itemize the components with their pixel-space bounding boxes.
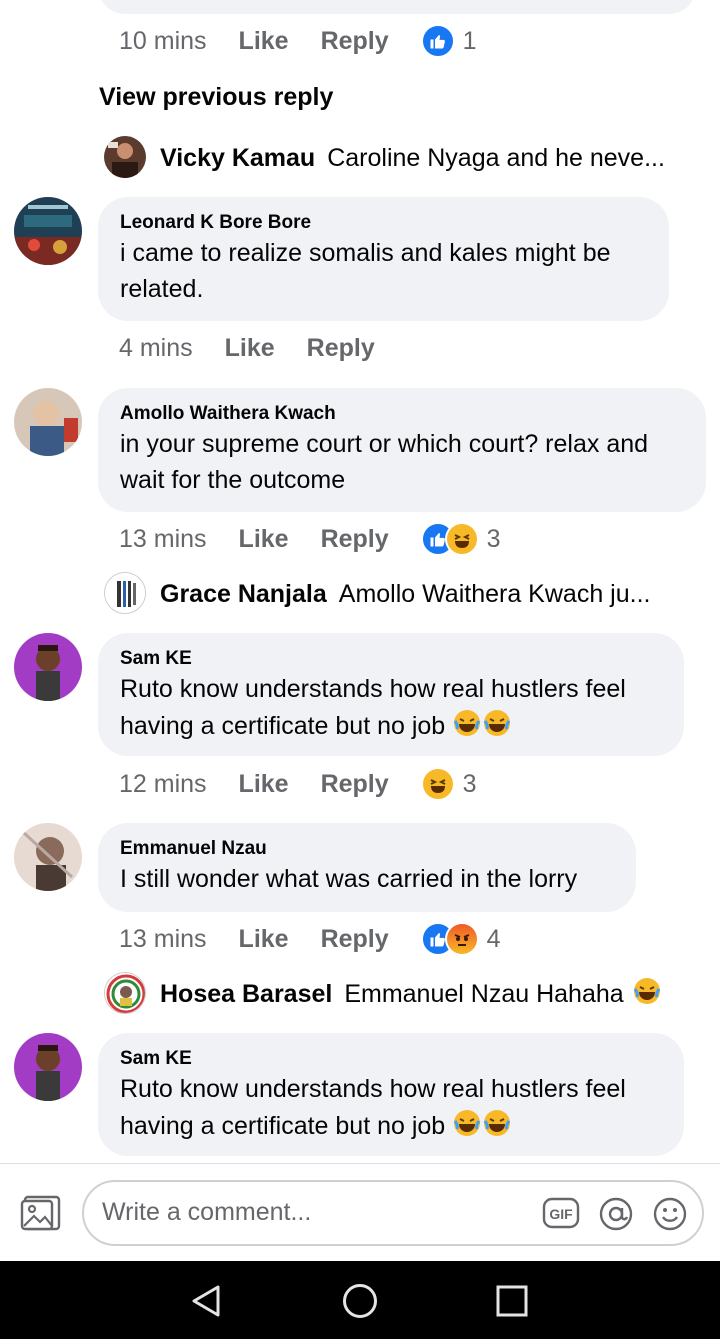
comment-input[interactable]: Write a comment... GIF — [82, 1180, 704, 1246]
reactions[interactable] — [420, 767, 455, 801]
comment-text-line: i came to realize somalis and kales migh… — [120, 239, 611, 267]
system-navigation-bar — [0, 1261, 720, 1339]
comment-author[interactable]: Sam KE — [120, 647, 662, 671]
comment-bubble[interactable]: Sam KE Ruto know understands how real hu… — [98, 1033, 684, 1156]
comment-meta: 13 mins Like Reply 3 — [119, 519, 501, 559]
reply-author[interactable]: Hosea Barasel — [160, 980, 332, 1009]
comment-bubble[interactable]: Amollo Waithera Kwach in your supreme co… — [98, 388, 706, 512]
comment-time: 4 mins — [119, 333, 193, 362]
like-button[interactable]: Like — [239, 525, 289, 554]
reply-text: Amollo Waithera Kwach ju... — [338, 579, 651, 608]
like-button[interactable]: Like — [239, 770, 289, 799]
home-icon[interactable] — [342, 1283, 378, 1324]
comment-author[interactable]: Leonard K Bore Bore — [120, 211, 647, 235]
avatar[interactable] — [104, 572, 146, 614]
laughing-emoji-icon — [632, 976, 662, 1013]
reply-button[interactable]: Reply — [321, 770, 389, 799]
comment-meta: 13 mins Like Reply 4 — [119, 919, 501, 959]
gif-icon[interactable]: GIF — [542, 1196, 580, 1235]
avatar[interactable] — [104, 972, 146, 1014]
view-previous-reply-link[interactable]: View previous reply — [99, 83, 333, 112]
comment-meta: 4 mins Like Reply — [119, 328, 407, 368]
like-button[interactable]: Like — [239, 27, 289, 56]
comment-time: 10 mins — [119, 26, 207, 55]
avatar[interactable] — [104, 136, 146, 178]
comment-text: having a certificate but no job — [120, 1112, 446, 1140]
comment-input-placeholder: Write a comment... — [102, 1198, 312, 1226]
comment-text-line: related. — [120, 275, 204, 303]
comment-author[interactable]: Amollo Waithera Kwach — [120, 402, 684, 426]
haha-icon — [444, 522, 479, 556]
reply-button[interactable]: Reply — [307, 334, 375, 363]
reaction-count: 4 — [486, 924, 501, 953]
gif-label: GIF — [549, 1206, 573, 1222]
reactions[interactable] — [420, 922, 479, 956]
like-button[interactable]: Like — [225, 334, 275, 363]
comment-text-line: wait for the outcome — [120, 466, 346, 494]
comment-text-line: in your supreme court or which court? re… — [120, 430, 649, 458]
haha-icon — [420, 767, 455, 801]
avatar[interactable] — [14, 1033, 82, 1101]
comment-bubble[interactable]: Sam KE Ruto know understands how real hu… — [98, 633, 684, 756]
avatar[interactable] — [14, 633, 82, 701]
comment-author[interactable]: Sam KE — [120, 1047, 662, 1071]
comment-bubble[interactable]: Leonard K Bore Bore i came to realize so… — [98, 197, 669, 321]
comment-bubble-partial — [98, 0, 696, 14]
emoji-icon[interactable] — [652, 1196, 688, 1237]
comment-text-line: Ruto know understands how real hustlers … — [120, 675, 626, 703]
like-icon — [420, 24, 455, 58]
reply-button[interactable]: Reply — [321, 525, 389, 554]
back-icon[interactable] — [188, 1283, 224, 1324]
laughing-emoji-icon — [452, 1108, 482, 1148]
reply-preview[interactable]: Grace Nanjala Amollo Waithera Kwach ju..… — [160, 573, 650, 615]
angry-icon — [444, 922, 479, 956]
comment-meta: 12 mins Like Reply 3 — [119, 764, 477, 804]
reply-button[interactable]: Reply — [321, 27, 389, 56]
comment-time: 13 mins — [119, 924, 207, 953]
reply-text: Emmanuel Nzau Hahaha — [344, 979, 624, 1008]
photo-attach-icon[interactable] — [20, 1194, 62, 1237]
avatar[interactable] — [14, 197, 82, 265]
reply-author[interactable]: Vicky Kamau — [160, 144, 315, 173]
reaction-count: 3 — [486, 524, 501, 553]
like-button[interactable]: Like — [239, 925, 289, 954]
comment-author[interactable]: Emmanuel Nzau — [120, 837, 614, 861]
laughing-emoji-icon — [452, 708, 482, 748]
reply-button[interactable]: Reply — [321, 925, 389, 954]
reply-author[interactable]: Grace Nanjala — [160, 580, 327, 609]
mention-icon[interactable] — [598, 1196, 634, 1237]
comment-time: 12 mins — [119, 769, 207, 798]
reactions[interactable] — [420, 24, 455, 58]
laughing-emoji-icon — [482, 1108, 512, 1148]
reply-text: Caroline Nyaga and he neve... — [327, 143, 665, 172]
comment-text-line: I still wonder what was carried in the l… — [120, 865, 578, 893]
avatar[interactable] — [14, 823, 82, 891]
comment-time: 13 mins — [119, 524, 207, 553]
comment-text-line: having a certificate but no job — [120, 1108, 662, 1148]
laughing-emoji-icon — [482, 708, 512, 748]
avatar[interactable] — [14, 388, 82, 456]
comment-meta: 10 mins Like Reply 1 — [119, 21, 477, 61]
comment-text-line: Ruto know understands how real hustlers … — [120, 1075, 626, 1103]
comment-text: having a certificate but no job — [120, 712, 446, 740]
reply-preview[interactable]: Hosea Barasel Emmanuel Nzau Hahaha — [160, 973, 662, 1015]
reaction-count: 3 — [462, 769, 477, 798]
reactions[interactable] — [420, 522, 479, 556]
reaction-count: 1 — [462, 26, 477, 55]
recents-icon[interactable] — [496, 1285, 528, 1322]
comment-text-line: having a certificate but no job — [120, 708, 662, 748]
comment-bubble[interactable]: Emmanuel Nzau I still wonder what was ca… — [98, 823, 636, 912]
reply-preview[interactable]: Vicky Kamau Caroline Nyaga and he neve..… — [160, 137, 665, 179]
